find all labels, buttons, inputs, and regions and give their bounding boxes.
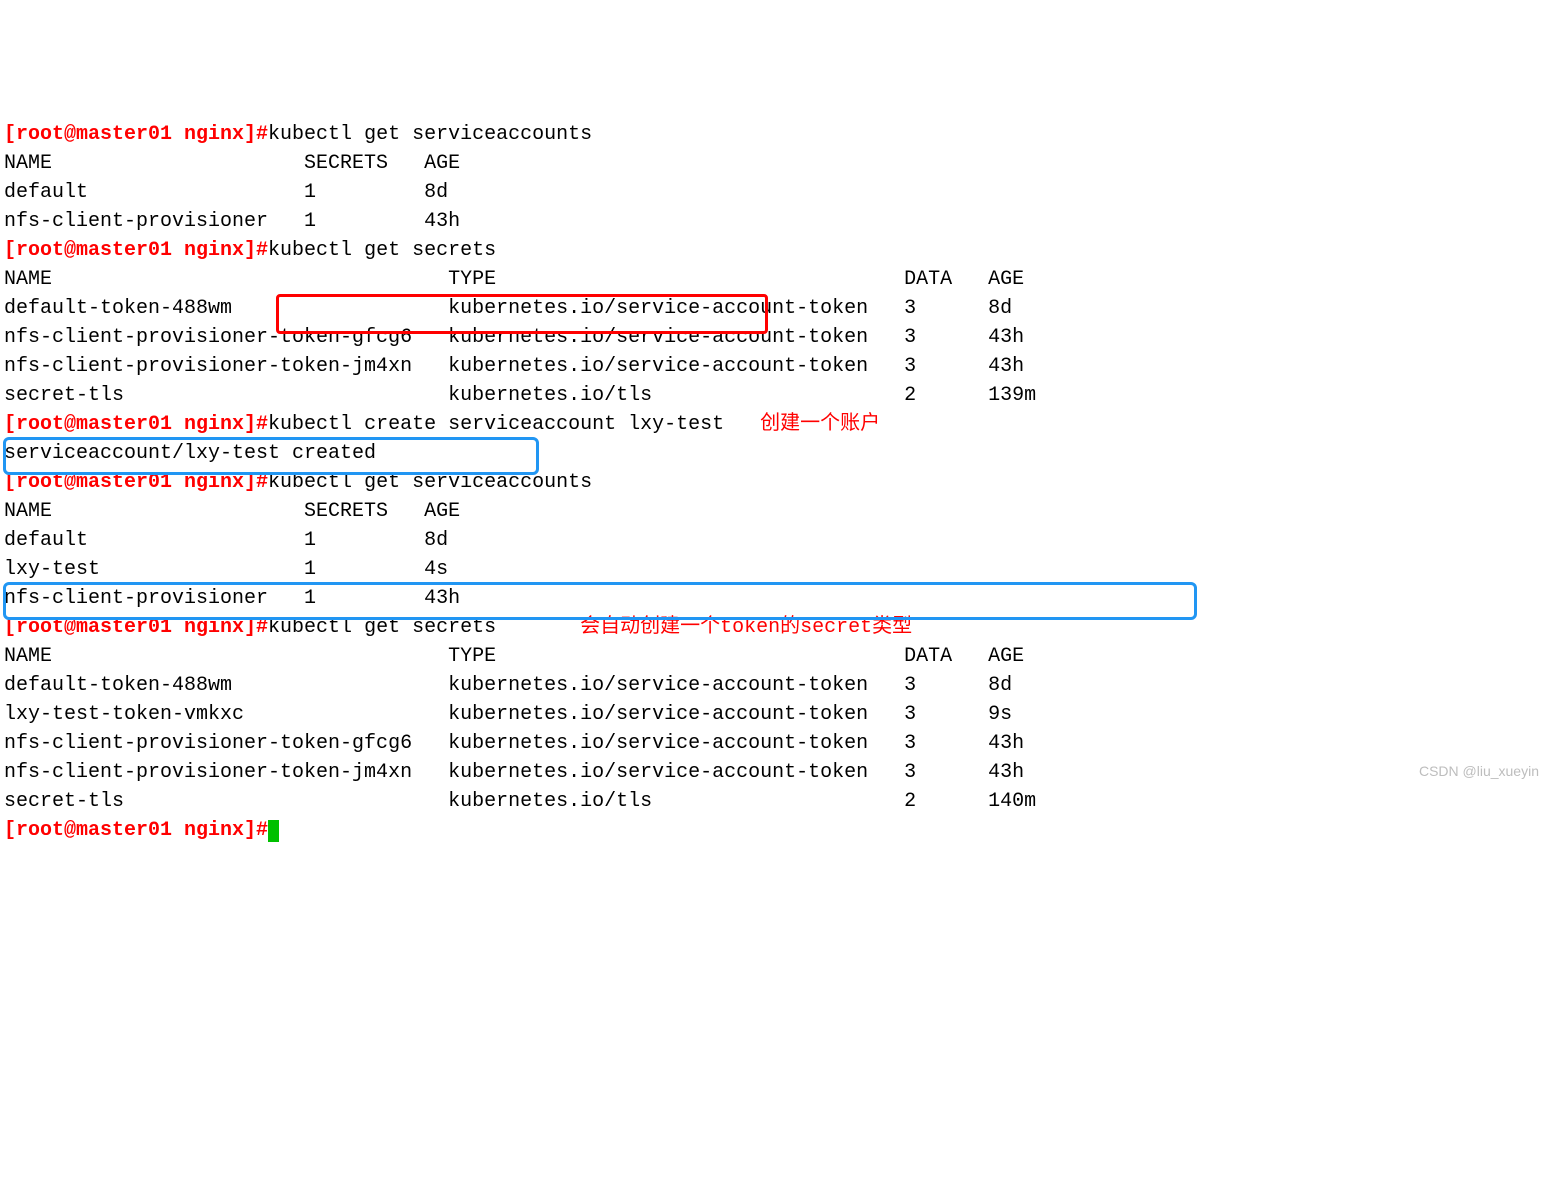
table-row: default 1 8d xyxy=(4,181,448,204)
table-row: default-token-488wm kubernetes.io/servic… xyxy=(4,297,1012,320)
command-text: kubectl get serviceaccounts xyxy=(268,123,592,146)
table-row: secret-tls kubernetes.io/tls 2 140m xyxy=(4,790,1036,813)
shell-prompt: [root@master01 nginx]# xyxy=(4,616,268,639)
table-row: lxy-test-token-vmkxc kubernetes.io/servi… xyxy=(4,703,1012,726)
table-row: nfs-client-provisioner-token-gfcg6 kuber… xyxy=(4,732,1024,755)
shell-prompt: [root@master01 nginx]# xyxy=(4,819,268,842)
table-header: NAME TYPE DATA AGE xyxy=(4,645,1024,668)
shell-prompt: [root@master01 nginx]# xyxy=(4,123,268,146)
table-header: NAME TYPE DATA AGE xyxy=(4,268,1024,291)
command-text: kubectl get serviceaccounts xyxy=(268,471,592,494)
table-header: NAME SECRETS AGE xyxy=(4,152,460,175)
table-row: lxy-test 1 4s xyxy=(4,558,448,581)
terminal-output: [root@master01 nginx]#kubectl get servic… xyxy=(4,120,1545,845)
table-row: nfs-client-provisioner-token-jm4xn kuber… xyxy=(4,355,1024,378)
annotation-auto-secret: 会自动创建一个token的secret类型 xyxy=(580,616,912,639)
table-row: nfs-client-provisioner 1 43h xyxy=(4,210,460,233)
shell-prompt: [root@master01 nginx]# xyxy=(4,413,268,436)
table-row: nfs-client-provisioner 1 43h xyxy=(4,587,460,610)
table-row: nfs-client-provisioner-token-gfcg6 kuber… xyxy=(4,326,1024,349)
command-text: kubectl get secrets xyxy=(268,239,496,262)
table-row: default 1 8d xyxy=(4,529,448,552)
command-text: kubectl get secrets xyxy=(268,616,496,639)
shell-prompt: [root@master01 nginx]# xyxy=(4,471,268,494)
command-text: kubectl create serviceaccount lxy-test xyxy=(268,413,724,436)
annotation-create-account: 创建一个账户 xyxy=(760,413,880,436)
shell-prompt: [root@master01 nginx]# xyxy=(4,239,268,262)
table-row: nfs-client-provisioner-token-jm4xn kuber… xyxy=(4,761,1024,784)
output-text: serviceaccount/lxy-test created xyxy=(4,442,376,465)
watermark-text: CSDN @liu_xueyin xyxy=(1419,761,1539,781)
table-row: secret-tls kubernetes.io/tls 2 139m xyxy=(4,384,1036,407)
terminal-cursor xyxy=(268,820,279,842)
table-header: NAME SECRETS AGE xyxy=(4,500,460,523)
table-row: default-token-488wm kubernetes.io/servic… xyxy=(4,674,1012,697)
